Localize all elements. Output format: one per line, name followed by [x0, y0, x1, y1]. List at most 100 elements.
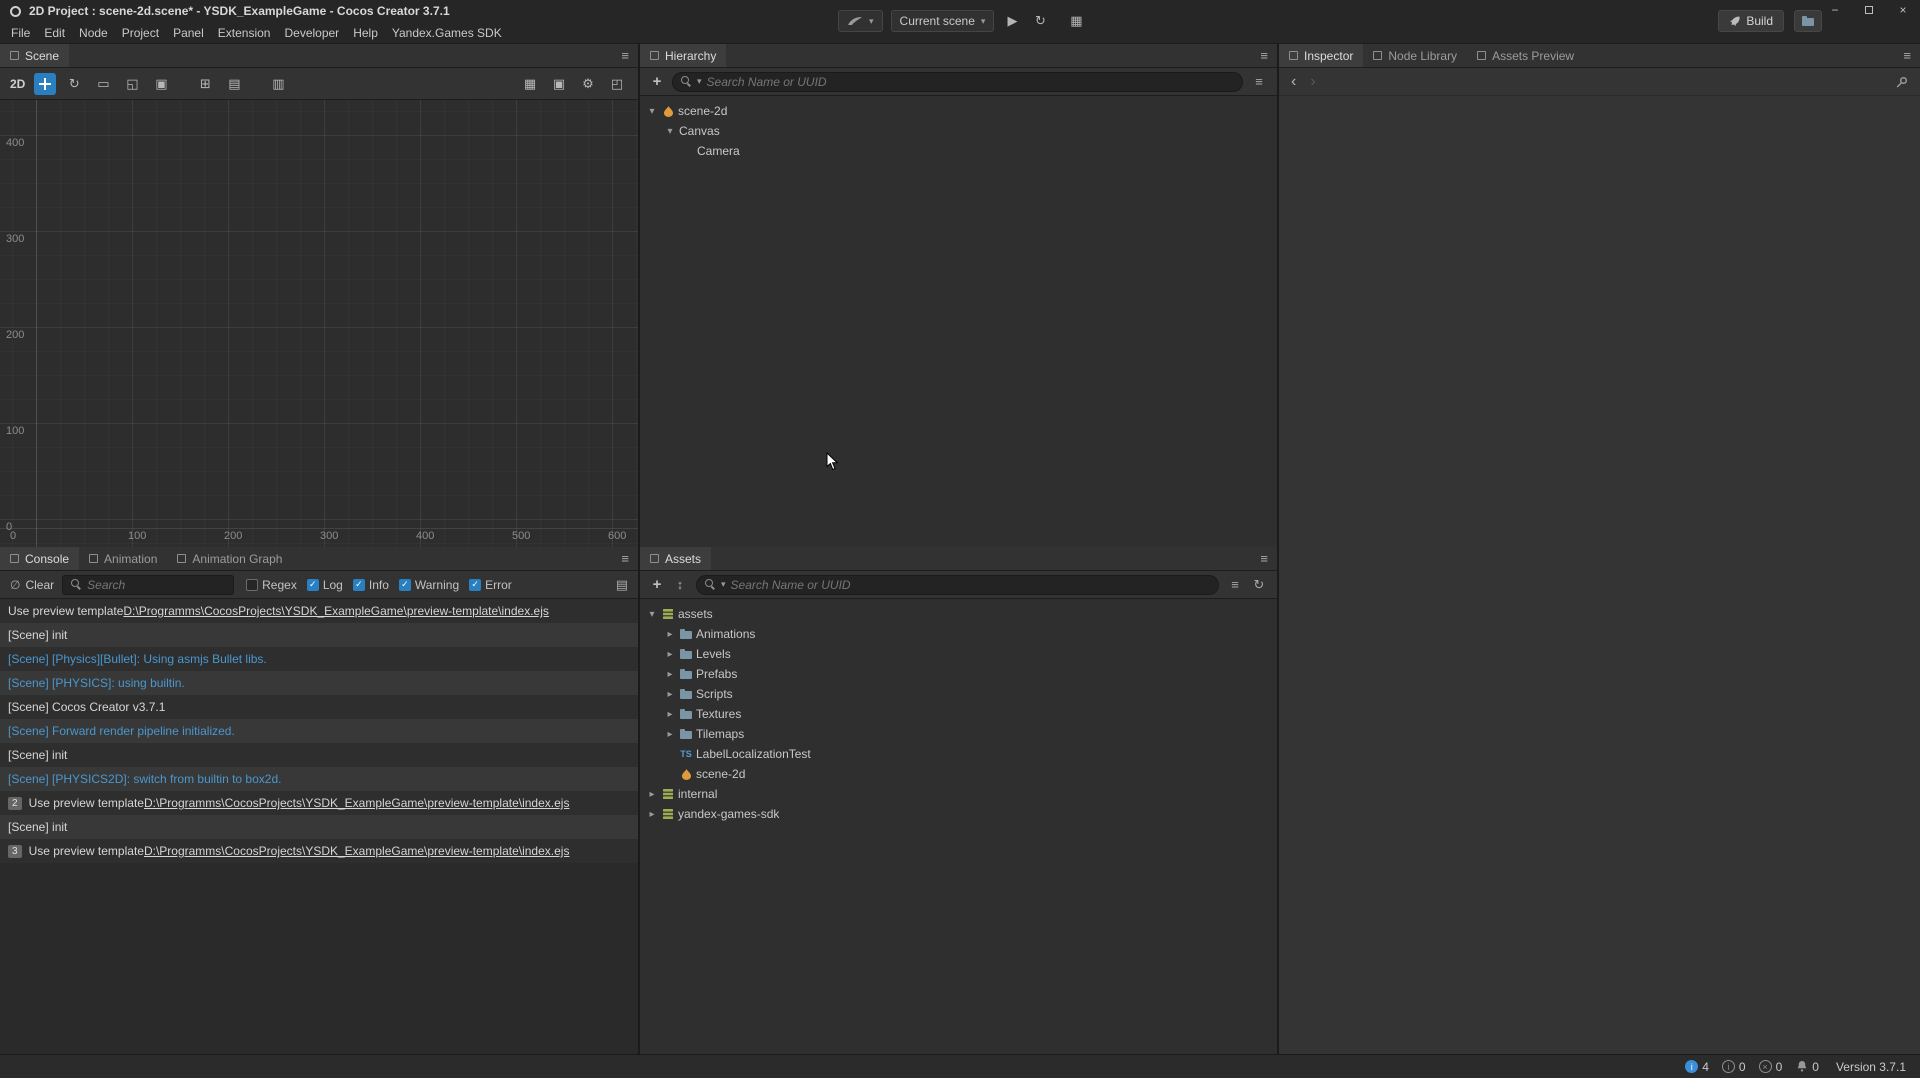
- filter-warning[interactable]: Warning: [399, 578, 459, 592]
- rotate-tool-button[interactable]: ↻: [63, 73, 85, 95]
- mode-2d-toggle[interactable]: 2D: [10, 77, 25, 91]
- preview-layout-button[interactable]: ▦: [1066, 13, 1086, 29]
- menu-node[interactable]: Node: [72, 26, 115, 40]
- menu-file[interactable]: File: [4, 26, 37, 40]
- chevron-right-icon[interactable]: ▸: [664, 629, 676, 640]
- log-row[interactable]: [Scene] [PHYSICS2D]: switch from builtin…: [0, 767, 638, 791]
- scene-camera-select[interactable]: Current scene ▾: [891, 10, 995, 32]
- tab-console[interactable]: Console: [0, 547, 79, 570]
- tab-assets[interactable]: Assets: [640, 547, 711, 570]
- hierarchy-search-input[interactable]: [707, 75, 1234, 89]
- hierarchy-search[interactable]: ▾: [672, 72, 1243, 92]
- chevron-right-icon[interactable]: ▸: [646, 789, 658, 800]
- assets-view-options-icon[interactable]: ≡: [1227, 577, 1243, 592]
- console-panel-menu-icon[interactable]: ≡: [612, 547, 638, 570]
- chevron-down-icon[interactable]: ▾: [646, 106, 658, 117]
- close-button[interactable]: ×: [1886, 0, 1920, 20]
- log-row[interactable]: [Scene] Cocos Creator v3.7.1: [0, 695, 638, 719]
- grid-visibility-icon[interactable]: ▦: [519, 73, 541, 95]
- status-message-count[interactable]: i0: [1722, 1060, 1746, 1074]
- fullscreen-icon[interactable]: ◰: [606, 73, 628, 95]
- log-row[interactable]: [Scene] init: [0, 623, 638, 647]
- refresh-assets-icon[interactable]: ↻: [1251, 577, 1267, 593]
- menu-help[interactable]: Help: [346, 26, 385, 40]
- tab-assets-preview[interactable]: Assets Preview: [1467, 44, 1584, 67]
- menu-developer[interactable]: Developer: [277, 26, 346, 40]
- hierarchy-view-options-icon[interactable]: ≡: [1251, 74, 1267, 89]
- pin-inspector-button[interactable]: [1896, 76, 1908, 88]
- assets-search[interactable]: ▾: [696, 575, 1219, 595]
- tree-row-levels[interactable]: ▸Levels: [640, 644, 1277, 664]
- log-link[interactable]: D:\Programms\CocosProjects\YSDK_ExampleG…: [144, 796, 570, 810]
- scene-panel-menu-icon[interactable]: ≡: [612, 44, 638, 67]
- create-node-button[interactable]: +: [650, 73, 664, 90]
- rect-tool-button[interactable]: ▭: [92, 73, 114, 95]
- tab-animation-graph[interactable]: Animation Graph: [167, 547, 292, 570]
- log-row[interactable]: [Scene] init: [0, 815, 638, 839]
- create-asset-button[interactable]: +: [650, 576, 664, 593]
- chevron-right-icon[interactable]: ▸: [646, 809, 658, 820]
- tree-row-tilemaps[interactable]: ▸Tilemaps: [640, 724, 1277, 744]
- chevron-right-icon[interactable]: ▸: [664, 729, 676, 740]
- inspector-panel-menu-icon[interactable]: ≡: [1894, 44, 1920, 67]
- filter-error[interactable]: Error: [469, 578, 512, 592]
- log-row[interactable]: Use preview template D:\Programms\CocosP…: [0, 599, 638, 623]
- tab-scene[interactable]: Scene: [0, 44, 69, 67]
- play-button[interactable]: ▶: [1002, 13, 1022, 29]
- anchor-tool-button[interactable]: ▣: [150, 73, 172, 95]
- assets-search-input[interactable]: [731, 578, 1210, 592]
- stats-toggle-button[interactable]: ▥: [267, 73, 289, 95]
- tree-row-internal[interactable]: ▸internal: [640, 784, 1277, 804]
- filter-regex[interactable]: Regex: [246, 578, 297, 592]
- status-info-count[interactable]: i4: [1685, 1060, 1709, 1074]
- status-bell-count[interactable]: 0: [1795, 1060, 1819, 1074]
- chevron-right-icon[interactable]: ▸: [664, 709, 676, 720]
- console-search-input[interactable]: [87, 578, 225, 592]
- chevron-right-icon[interactable]: ▸: [664, 669, 676, 680]
- history-forward-button[interactable]: ›: [1310, 74, 1315, 90]
- tree-row-prefabs[interactable]: ▸Prefabs: [640, 664, 1277, 684]
- hierarchy-panel-menu-icon[interactable]: ≡: [1251, 44, 1277, 67]
- log-link[interactable]: D:\Programms\CocosProjects\YSDK_ExampleG…: [144, 844, 570, 858]
- coordinate-toggle-button[interactable]: ▤: [223, 73, 245, 95]
- filter-info[interactable]: Info: [353, 578, 389, 592]
- filter-log[interactable]: Log: [307, 578, 343, 592]
- menu-panel[interactable]: Panel: [166, 26, 211, 40]
- tab-inspector[interactable]: Inspector: [1279, 44, 1363, 67]
- tab-hierarchy[interactable]: Hierarchy: [640, 44, 726, 67]
- chevron-right-icon[interactable]: ▸: [664, 689, 676, 700]
- tree-row-scene-2d[interactable]: ▸scene-2d: [640, 764, 1277, 784]
- tree-row-yandex-games-sdk[interactable]: ▸yandex-games-sdk: [640, 804, 1277, 824]
- log-row[interactable]: 2Use preview template D:\Programms\Cocos…: [0, 791, 638, 815]
- tree-row-scripts[interactable]: ▸Scripts: [640, 684, 1277, 704]
- preview-target-select[interactable]: ▾: [838, 10, 883, 32]
- chevron-right-icon[interactable]: ▸: [664, 649, 676, 660]
- console-search[interactable]: [62, 575, 234, 595]
- chevron-down-icon[interactable]: ▾: [664, 126, 676, 137]
- clear-button[interactable]: ∅ Clear: [10, 578, 54, 592]
- tree-row-animations[interactable]: ▸Animations: [640, 624, 1277, 644]
- tab-node-library[interactable]: Node Library: [1363, 44, 1467, 67]
- menu-yandex-games-sdk[interactable]: Yandex.Games SDK: [385, 26, 509, 40]
- gizmo-settings-icon[interactable]: ⚙: [577, 73, 599, 95]
- menu-project[interactable]: Project: [115, 26, 166, 40]
- status-error-count[interactable]: ×0: [1759, 1060, 1783, 1074]
- tree-row-textures[interactable]: ▸Textures: [640, 704, 1277, 724]
- tree-row-canvas[interactable]: ▾Canvas: [640, 121, 1277, 141]
- tree-row-assets[interactable]: ▾assets: [640, 604, 1277, 624]
- sort-assets-icon[interactable]: ↕: [672, 577, 688, 592]
- log-link[interactable]: D:\Programms\CocosProjects\YSDK_ExampleG…: [123, 604, 549, 618]
- log-row[interactable]: [Scene] Forward render pipeline initiali…: [0, 719, 638, 743]
- pivot-toggle-button[interactable]: ⊞: [194, 73, 216, 95]
- maximize-button[interactable]: [1852, 0, 1886, 20]
- chevron-down-icon[interactable]: ▾: [646, 609, 658, 620]
- log-row[interactable]: [Scene] [PHYSICS]: using builtin.: [0, 671, 638, 695]
- log-row[interactable]: 3Use preview template D:\Programms\Cocos…: [0, 839, 638, 863]
- assets-panel-menu-icon[interactable]: ≡: [1251, 547, 1277, 570]
- history-back-button[interactable]: ‹: [1291, 74, 1296, 90]
- menu-extension[interactable]: Extension: [211, 26, 278, 40]
- minimize-button[interactable]: −: [1818, 0, 1852, 20]
- tree-row-scene-2d[interactable]: ▾scene-2d: [640, 101, 1277, 121]
- tab-animation[interactable]: Animation: [79, 547, 167, 570]
- scene-viewport[interactable]: 4003002001000 0100200300400500600: [0, 100, 638, 547]
